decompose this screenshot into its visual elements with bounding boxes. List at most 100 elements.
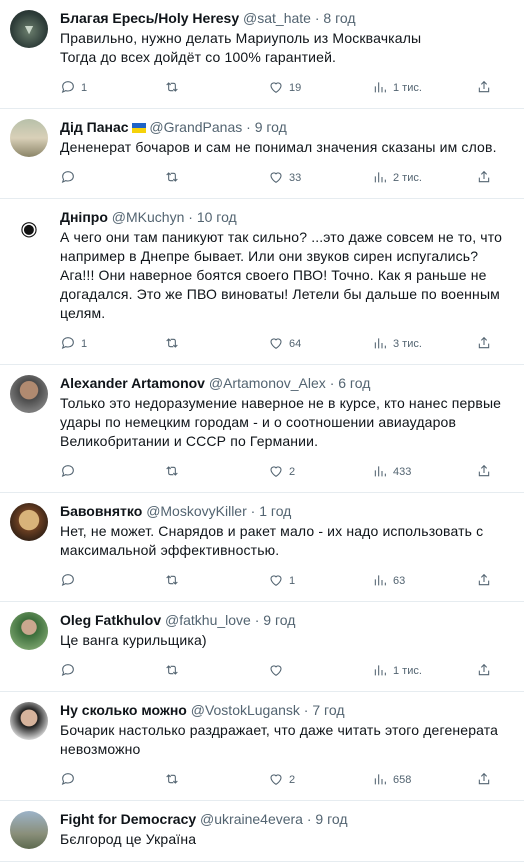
avatar[interactable] xyxy=(10,503,48,541)
tweet-text-line: Правильно, нужно делать Мариуполь из Мос… xyxy=(60,30,422,46)
tweet-header: Oleg Fatkhulov @fatkhu_love · 9 год xyxy=(60,611,514,629)
views-button[interactable]: 1 тис. xyxy=(372,662,476,681)
reply-button[interactable]: 1 xyxy=(60,79,164,98)
views-button[interactable]: 1 тис. xyxy=(372,79,476,98)
share-icon xyxy=(476,662,492,681)
retweet-button[interactable] xyxy=(164,662,268,681)
tweet-header: Благая Ересь/Holy Heresy @sat_hate · 8 г… xyxy=(60,9,514,27)
avatar[interactable]: ▼ xyxy=(10,10,48,48)
timestamp[interactable]: 10 год xyxy=(197,209,237,225)
like-button[interactable]: 33 xyxy=(268,169,372,188)
tweet[interactable]: Ну сколько можно @VostokLugansk · 7 год … xyxy=(0,692,524,801)
share-icon xyxy=(476,572,492,591)
views-button[interactable]: 658 xyxy=(372,771,476,790)
like-button[interactable]: 2 xyxy=(268,771,372,790)
views-count: 3 тис. xyxy=(393,338,422,350)
reply-button[interactable] xyxy=(60,572,164,591)
retweet-button[interactable] xyxy=(164,169,268,188)
like-button[interactable]: 19 xyxy=(268,79,372,98)
reply-icon xyxy=(60,169,76,188)
share-button[interactable] xyxy=(476,79,496,98)
timestamp[interactable]: 7 год xyxy=(312,702,344,718)
avatar[interactable] xyxy=(10,119,48,157)
user-handle[interactable]: @sat_hate xyxy=(243,10,311,26)
avatar[interactable] xyxy=(10,612,48,650)
views-count: 433 xyxy=(393,466,412,478)
retweet-icon xyxy=(164,572,180,591)
reply-button[interactable]: 1 xyxy=(60,335,164,354)
like-count: 2 xyxy=(289,466,296,478)
tweet-text-line: например в Днепре бывает. Или они звуков… xyxy=(60,248,479,264)
display-name[interactable]: Дніпро xyxy=(60,209,108,225)
display-name[interactable]: Alexander Artamonov xyxy=(60,375,205,391)
tweet[interactable]: ◉ Дніпро @MKuchyn · 10 год А чего они та… xyxy=(0,199,524,365)
share-button[interactable] xyxy=(476,771,496,790)
reply-button[interactable] xyxy=(60,463,164,482)
tweet-text: Бочарик настолько раздражает, что даже ч… xyxy=(60,721,514,759)
reply-button[interactable] xyxy=(60,771,164,790)
user-handle[interactable]: @VostokLugansk xyxy=(191,702,300,718)
timestamp[interactable]: 8 год xyxy=(323,10,355,26)
heart-icon xyxy=(268,662,284,681)
separator-dot: · xyxy=(188,209,193,225)
share-button[interactable] xyxy=(476,662,496,681)
like-button[interactable]: 64 xyxy=(268,335,372,354)
retweet-button[interactable] xyxy=(164,771,268,790)
user-handle[interactable]: @GrandPanas xyxy=(149,119,242,135)
avatar[interactable]: ◉ xyxy=(10,209,48,247)
avatar[interactable] xyxy=(10,375,48,413)
display-name[interactable]: Бавовнятко xyxy=(60,503,142,519)
like-button[interactable]: 1 xyxy=(268,572,372,591)
views-button[interactable]: 63 xyxy=(372,572,476,591)
timestamp[interactable]: 9 год xyxy=(255,119,287,135)
reply-icon xyxy=(60,771,76,790)
retweet-button[interactable] xyxy=(164,79,268,98)
tweet[interactable]: Дід Панас @GrandPanas · 9 год Дененерат … xyxy=(0,109,524,199)
user-handle[interactable]: @ukraine4evera xyxy=(200,811,303,827)
separator-dot: · xyxy=(254,612,260,628)
display-name[interactable]: Благая Ересь/Holy Heresy xyxy=(60,10,239,26)
user-handle[interactable]: @MKuchyn xyxy=(112,209,185,225)
tweet-text-line: Це ванга курильщика) xyxy=(60,632,207,648)
timestamp[interactable]: 9 год xyxy=(263,612,295,628)
user-handle[interactable]: @fatkhu_love xyxy=(165,612,251,628)
display-name[interactable]: Дід Панас xyxy=(60,119,129,135)
share-button[interactable] xyxy=(476,463,496,482)
retweet-icon xyxy=(164,335,180,354)
reply-count: 1 xyxy=(81,338,88,350)
timestamp[interactable]: 6 год xyxy=(338,375,370,391)
views-button[interactable]: 433 xyxy=(372,463,476,482)
tweet-text: Бєлгород це Україна xyxy=(60,830,514,849)
display-name[interactable]: Oleg Fatkhulov xyxy=(60,612,161,628)
retweet-button[interactable] xyxy=(164,335,268,354)
avatar[interactable] xyxy=(10,811,48,849)
views-button[interactable]: 2 тис. xyxy=(372,169,476,188)
tweet[interactable]: ▼ Благая Ересь/Holy Heresy @sat_hate · 8… xyxy=(0,0,524,109)
tweet[interactable]: Бавовнятко @MoskovyKiller · 1 год Нет, н… xyxy=(0,493,524,602)
like-button[interactable] xyxy=(268,662,372,681)
share-icon xyxy=(476,463,492,482)
tweet[interactable]: Oleg Fatkhulov @fatkhu_love · 9 год Це в… xyxy=(0,602,524,692)
timestamp[interactable]: 9 год xyxy=(315,811,347,827)
reply-button[interactable] xyxy=(60,169,164,188)
share-button[interactable] xyxy=(476,572,496,591)
separator-dot: · xyxy=(306,811,312,827)
timestamp[interactable]: 1 год xyxy=(259,503,291,519)
reply-button[interactable] xyxy=(60,662,164,681)
share-button[interactable] xyxy=(476,169,496,188)
retweet-button[interactable] xyxy=(164,463,268,482)
tweet-header: Бавовнятко @MoskovyKiller · 1 год xyxy=(60,502,514,520)
views-button[interactable]: 3 тис. xyxy=(372,335,476,354)
tweet-actions: 33 2 тис. xyxy=(60,167,514,189)
tweet[interactable]: Fight for Democracy @ukraine4evera · 9 г… xyxy=(0,801,524,862)
user-handle[interactable]: @MoskovyKiller xyxy=(146,503,247,519)
display-name[interactable]: Fight for Democracy xyxy=(60,811,196,827)
retweet-button[interactable] xyxy=(164,572,268,591)
share-button[interactable] xyxy=(476,335,496,354)
like-button[interactable]: 2 xyxy=(268,463,372,482)
avatar[interactable] xyxy=(10,702,48,740)
display-name[interactable]: Ну сколько можно xyxy=(60,702,187,718)
tweet[interactable]: Alexander Artamonov @Artamonov_Alex · 6 … xyxy=(0,365,524,493)
tweet-text-line: невозможно xyxy=(60,741,141,757)
user-handle[interactable]: @Artamonov_Alex xyxy=(209,375,326,391)
